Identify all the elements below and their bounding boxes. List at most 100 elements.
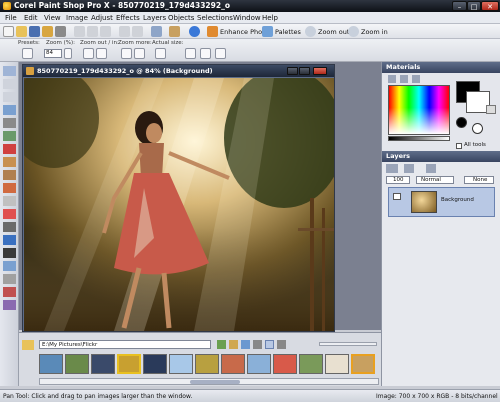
zoom-in-button[interactable]: Zoom in — [361, 28, 388, 36]
zoom-tool-icon[interactable] — [3, 79, 16, 89]
layer-icon[interactable] — [169, 26, 180, 37]
minimize-button[interactable]: – — [452, 1, 467, 11]
all-tools-checkbox[interactable] — [456, 143, 462, 149]
thumbnail[interactable] — [221, 354, 245, 374]
thumbnail[interactable] — [117, 354, 141, 374]
flood-fill-icon[interactable] — [3, 235, 16, 245]
thumbnail[interactable] — [351, 354, 375, 374]
help-icon[interactable] — [189, 26, 200, 37]
menu-adjust[interactable]: Adjust — [91, 14, 113, 22]
browse-icon[interactable] — [42, 26, 53, 37]
grayscale-strip[interactable] — [388, 136, 450, 141]
zoom-spinner[interactable] — [64, 48, 72, 59]
image-window-titlebar[interactable]: 850770219_179d433292_o @ 84% (Background… — [23, 65, 334, 77]
image-minimize-button[interactable] — [287, 67, 298, 75]
fit-screen-button[interactable] — [215, 48, 226, 59]
print-icon[interactable] — [55, 26, 66, 37]
color-spectrum-picker[interactable] — [388, 85, 450, 135]
menu-objects[interactable]: Objects — [168, 14, 194, 22]
go-icon[interactable] — [217, 340, 226, 349]
zoom-out-icon[interactable] — [305, 26, 316, 37]
picture-tube-icon[interactable] — [3, 300, 16, 310]
new-file-icon[interactable] — [3, 26, 14, 37]
menu-window[interactable]: Window — [233, 14, 261, 22]
thumbnail-size-slider[interactable] — [319, 342, 377, 346]
photo-canvas[interactable] — [24, 78, 334, 331]
palettes-icon[interactable] — [262, 26, 273, 37]
menu-effects[interactable]: Effects — [116, 14, 140, 22]
cut-icon[interactable] — [74, 26, 85, 37]
zoom-more-in-button[interactable] — [134, 48, 145, 59]
crop-tool-icon[interactable] — [3, 118, 16, 128]
frame-tab-icon[interactable] — [388, 75, 396, 83]
layer-lock-dropdown[interactable]: None — [464, 176, 494, 184]
up-folder-icon[interactable] — [229, 340, 238, 349]
thumbnail-view-icon[interactable] — [265, 340, 274, 349]
warp-brush-icon[interactable] — [3, 287, 16, 297]
menu-selections[interactable]: Selections — [197, 14, 233, 22]
sort-icon[interactable] — [253, 340, 262, 349]
red-eye-tool-icon[interactable] — [3, 144, 16, 154]
save-icon[interactable] — [29, 26, 40, 37]
blend-mode-dropdown[interactable]: Normal — [416, 176, 454, 184]
thumbnail[interactable] — [39, 354, 63, 374]
refresh-icon[interactable] — [241, 340, 250, 349]
menu-view[interactable]: View — [44, 14, 61, 22]
layers-panel-header[interactable]: Layers — [382, 151, 500, 162]
layer-row-background[interactable]: Background — [388, 187, 495, 217]
thumbnail[interactable] — [299, 354, 323, 374]
menu-help[interactable]: Help — [262, 14, 278, 22]
straighten-tool-icon[interactable] — [3, 131, 16, 141]
actual-size-button[interactable] — [155, 48, 166, 59]
eraser-icon[interactable] — [3, 209, 16, 219]
zoom-out-button[interactable]: Zoom out — [318, 28, 349, 36]
zoom-more-out-button[interactable] — [121, 48, 132, 59]
menu-file[interactable]: File — [5, 14, 17, 22]
fit-window-button[interactable] — [185, 48, 196, 59]
layer-opacity-input[interactable]: 100 — [386, 176, 410, 184]
background-texture-swatch[interactable] — [472, 123, 483, 134]
thumbnail[interactable] — [247, 354, 271, 374]
thumbnail[interactable] — [325, 354, 349, 374]
pen-tool-icon[interactable] — [3, 274, 16, 284]
scrollbar-thumb[interactable] — [190, 380, 240, 384]
maximize-button[interactable]: □ — [467, 1, 481, 11]
folder-path-input[interactable]: E:\My Pictures\Flickr — [39, 340, 211, 349]
menu-edit[interactable]: Edit — [24, 14, 38, 22]
copy-icon[interactable] — [87, 26, 98, 37]
swatches-tab-icon[interactable] — [412, 75, 420, 83]
zoom-out-small-button[interactable] — [83, 48, 94, 59]
image-maximize-button[interactable] — [299, 67, 310, 75]
text-tool-icon[interactable] — [3, 248, 16, 258]
thumbnail[interactable] — [273, 354, 297, 374]
enhance-photo-icon[interactable] — [207, 26, 218, 37]
paste-icon[interactable] — [100, 26, 111, 37]
visibility-eye-icon[interactable] — [393, 193, 401, 200]
presets-dropdown[interactable] — [22, 48, 33, 59]
preset-shape-icon[interactable] — [3, 261, 16, 271]
paint-brush-icon[interactable] — [3, 170, 16, 180]
thumbnail[interactable] — [91, 354, 115, 374]
layer-properties-icon[interactable] — [426, 164, 436, 173]
open-folder-icon[interactable] — [16, 26, 27, 37]
pan-tool-icon[interactable] — [3, 66, 16, 76]
close-button[interactable]: ✕ — [481, 1, 499, 11]
image-close-button[interactable] — [313, 67, 327, 75]
fit-image-button[interactable] — [200, 48, 211, 59]
undo-icon[interactable] — [119, 26, 130, 37]
smudge-tool-icon[interactable] — [3, 222, 16, 232]
swap-colors-icon[interactable] — [486, 105, 496, 114]
menu-layers[interactable]: Layers — [143, 14, 166, 22]
zoom-in-icon[interactable] — [348, 26, 359, 37]
image-icon[interactable] — [151, 26, 162, 37]
lighten-darken-icon[interactable] — [3, 196, 16, 206]
selection-tool-icon[interactable] — [3, 92, 16, 102]
rainbow-tab-icon[interactable] — [400, 75, 408, 83]
folder-icon[interactable] — [22, 340, 34, 350]
palettes-menu[interactable]: Palettes — [275, 28, 301, 36]
materials-panel-header[interactable]: Materials — [382, 62, 500, 73]
layer-tools-icon[interactable] — [404, 164, 414, 173]
foreground-texture-swatch[interactable] — [456, 117, 467, 128]
thumbnail[interactable] — [195, 354, 219, 374]
thumbnail[interactable] — [143, 354, 167, 374]
